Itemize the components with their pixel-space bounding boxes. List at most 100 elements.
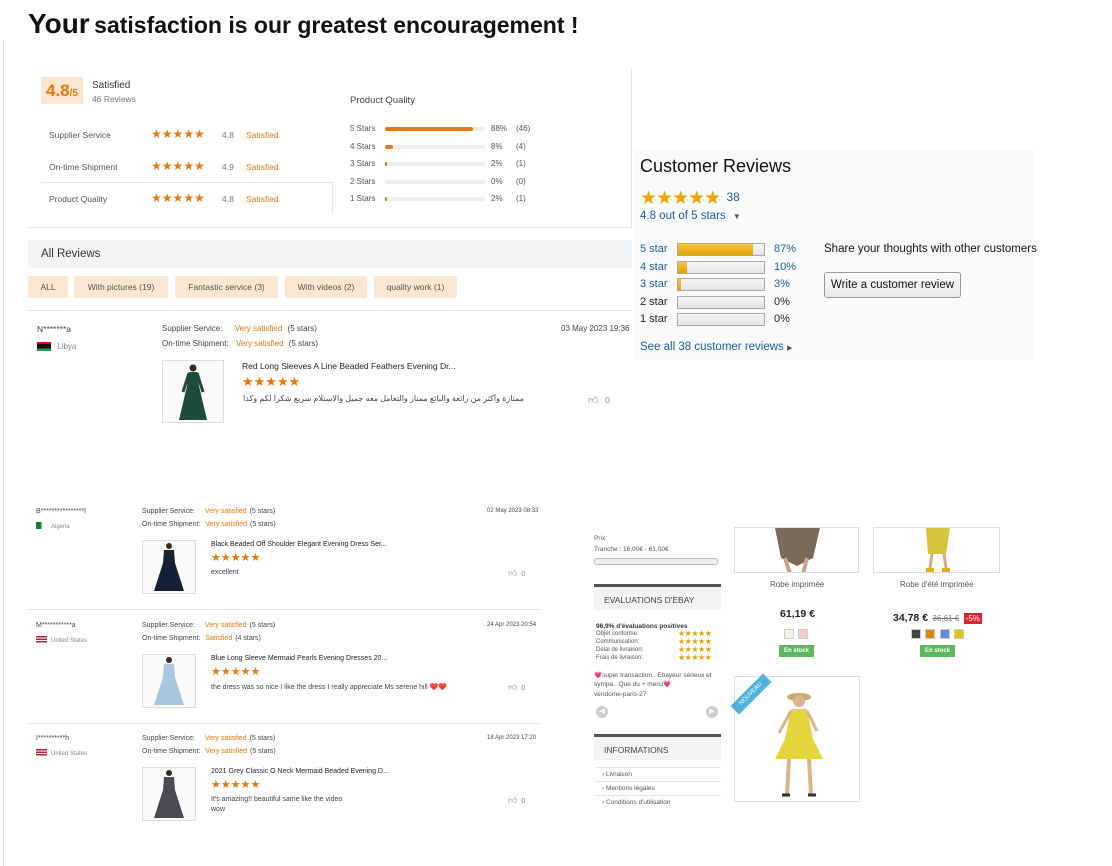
in-stock-badge: En stock: [920, 645, 955, 657]
star-percent: 10%: [774, 260, 797, 273]
ebay-rating-label: Objet conforme:: [596, 631, 639, 637]
service-score: 4.8: [222, 130, 234, 140]
product-thumbnail[interactable]: [142, 767, 196, 821]
divider: [28, 609, 540, 610]
product-title[interactable]: Blue Long Sleeve Mermaid Pearls Evening …: [211, 655, 387, 662]
star-label[interactable]: 2 star: [640, 296, 668, 308]
dress-image: [179, 364, 207, 420]
see-all-reviews-link[interactable]: See all 38 customer reviews ▶: [640, 341, 792, 353]
review-text: the dress was so nice I like the dress I…: [211, 683, 448, 691]
product-image-1[interactable]: [734, 527, 859, 573]
product-title[interactable]: Red Long Sleeves A Line Beaded Feathers …: [242, 361, 456, 371]
ebay-comment: 💗super transaction.. Ebayeur sérieux et …: [594, 672, 712, 688]
service-stars: ★★★★★: [151, 159, 205, 173]
histogram-row[interactable]: 3 Stars 2% (1): [350, 159, 540, 171]
product-image-2[interactable]: [873, 527, 1000, 573]
reviewer-name: N*******a: [37, 324, 72, 334]
filter-with-pictures[interactable]: With pictures (19): [74, 276, 168, 298]
histogram-percent: 88%: [491, 124, 508, 133]
review-stars: ★★★★★: [211, 665, 261, 678]
info-link[interactable]: › Conditions d'utilisation: [596, 795, 721, 806]
product-title[interactable]: 2021 Grey Classic O Neck Mermaid Beaded …: [211, 768, 389, 775]
like-button[interactable]: 👍︎ 0: [508, 795, 525, 806]
supplier-rating: Supplier Service: Very satisfied (5 stars): [142, 621, 276, 629]
next-arrow-icon[interactable]: ▶: [706, 706, 718, 718]
product1-name[interactable]: Robe imprimée: [770, 580, 824, 589]
star-percent: 0%: [774, 295, 790, 308]
review-date: 24 Apr 2023 20:54: [487, 621, 537, 628]
discount-badge: -5%: [963, 613, 982, 624]
service-score: 4.9: [222, 162, 234, 172]
price-label: Prix: [594, 535, 606, 542]
amazon-star-row[interactable]: 5 star 87%: [640, 242, 810, 258]
star-bar-fill: [678, 261, 687, 273]
amazon-star-row[interactable]: 2 star 0%: [640, 295, 810, 311]
star-label[interactable]: 5 star: [640, 243, 668, 255]
amazon-star-row[interactable]: 1 star 0%: [640, 312, 810, 328]
histogram-percent: 2%: [491, 159, 503, 168]
product-thumbnail[interactable]: [162, 360, 224, 423]
shipment-rating: On-time Shipment: Very satisfied (5 stars): [142, 748, 276, 755]
score-suffix: /5: [69, 87, 78, 99]
amazon-stars[interactable]: ★★★★★ 38: [640, 187, 740, 210]
price-slider[interactable]: [594, 558, 718, 565]
ebay-rating-stars: ★★★★★: [678, 653, 712, 662]
reviewer-country: Algeria: [36, 521, 70, 530]
service-label: On-time Shipment: [49, 162, 118, 172]
review-date: 02 May 2023 08:33: [487, 508, 539, 514]
amazon-star-row[interactable]: 4 star 10%: [640, 260, 810, 276]
like-button[interactable]: 👍︎ 0: [508, 682, 525, 693]
color-swatch[interactable]: [798, 629, 809, 639]
color-swatch[interactable]: [954, 629, 965, 639]
product-thumbnail[interactable]: [142, 540, 196, 594]
histogram-label: 1 Stars: [350, 194, 376, 203]
caret-down-icon: ▼: [732, 212, 741, 221]
info-link[interactable]: › Mentions légales: [596, 781, 721, 792]
reviewer-country: United States: [36, 748, 87, 757]
product-title[interactable]: Black Beaded Off Shoulder Elegant Evenin…: [211, 541, 387, 548]
amazon-star-row[interactable]: 3 star 3%: [640, 277, 810, 293]
price-range: Tranche : 16,00€ - 61,00€: [594, 546, 669, 553]
color-swatch[interactable]: [911, 629, 921, 639]
star-label[interactable]: 1 star: [640, 313, 668, 325]
histogram-row[interactable]: 1 Stars 2% (1): [350, 194, 540, 206]
star-bar: [677, 260, 765, 274]
star-label[interactable]: 3 star: [640, 278, 668, 290]
filter-fantastic-service[interactable]: Fantastic service (3): [175, 276, 278, 298]
prev-arrow-icon[interactable]: ◀: [596, 706, 608, 718]
amazon-average[interactable]: 4.8 out of 5 stars ▼: [640, 210, 741, 222]
histogram-count: (1): [516, 194, 526, 203]
color-swatch[interactable]: [939, 629, 950, 639]
amazon-reviews-title: Customer Reviews: [640, 156, 792, 176]
review-text-extra: wow: [211, 806, 226, 813]
filter-all[interactable]: ALL: [28, 276, 68, 298]
flag-icon: [37, 342, 51, 351]
histogram-row[interactable]: 5 Stars 88% (46): [350, 124, 540, 136]
like-button[interactable]: 👍︎ 0: [508, 568, 525, 579]
review-date: 03 May 2023 19:36: [561, 324, 630, 333]
product1-price: 61,19 €: [780, 608, 816, 620]
filter-with-videos[interactable]: With videos (2): [285, 276, 367, 298]
service-row-quality[interactable]: Product Quality ★★★★★ 4.8 Satisfied: [49, 191, 339, 208]
write-review-button[interactable]: Write a customer review: [824, 272, 961, 298]
histogram-row[interactable]: 2 Stars 0% (0): [350, 177, 540, 189]
flag-icon: [36, 635, 47, 643]
filter-quality-work[interactable]: quality work (1): [374, 276, 457, 298]
product-thumbnail[interactable]: [142, 653, 196, 708]
histogram-row[interactable]: 4 Stars 8% (4): [350, 142, 540, 154]
ebay-rating-label: Délai de livraison:: [596, 647, 644, 653]
supplier-rating: Supplier Service: Very satisfied (5 star…: [162, 324, 317, 333]
in-stock-badge: En stock: [779, 645, 814, 657]
shipment-rating: On-time Shipment: Very satisfied (5 star…: [162, 339, 319, 348]
histogram-bar: [385, 144, 485, 149]
color-swatch[interactable]: [784, 629, 794, 639]
info-link[interactable]: › Livraison: [596, 767, 721, 778]
histogram-bar: [385, 179, 485, 184]
supplier-rating: Supplier Service: Very satisfied (5 stars): [142, 508, 276, 515]
product2-name[interactable]: Robe d'été imprimée: [900, 580, 974, 589]
star-label[interactable]: 4 star: [640, 261, 668, 273]
thumbs-up-icon: 👍︎: [508, 795, 518, 805]
star-bar-fill: [678, 279, 681, 291]
like-button[interactable]: 👍︎ 0: [588, 394, 610, 406]
color-swatch[interactable]: [925, 629, 936, 639]
